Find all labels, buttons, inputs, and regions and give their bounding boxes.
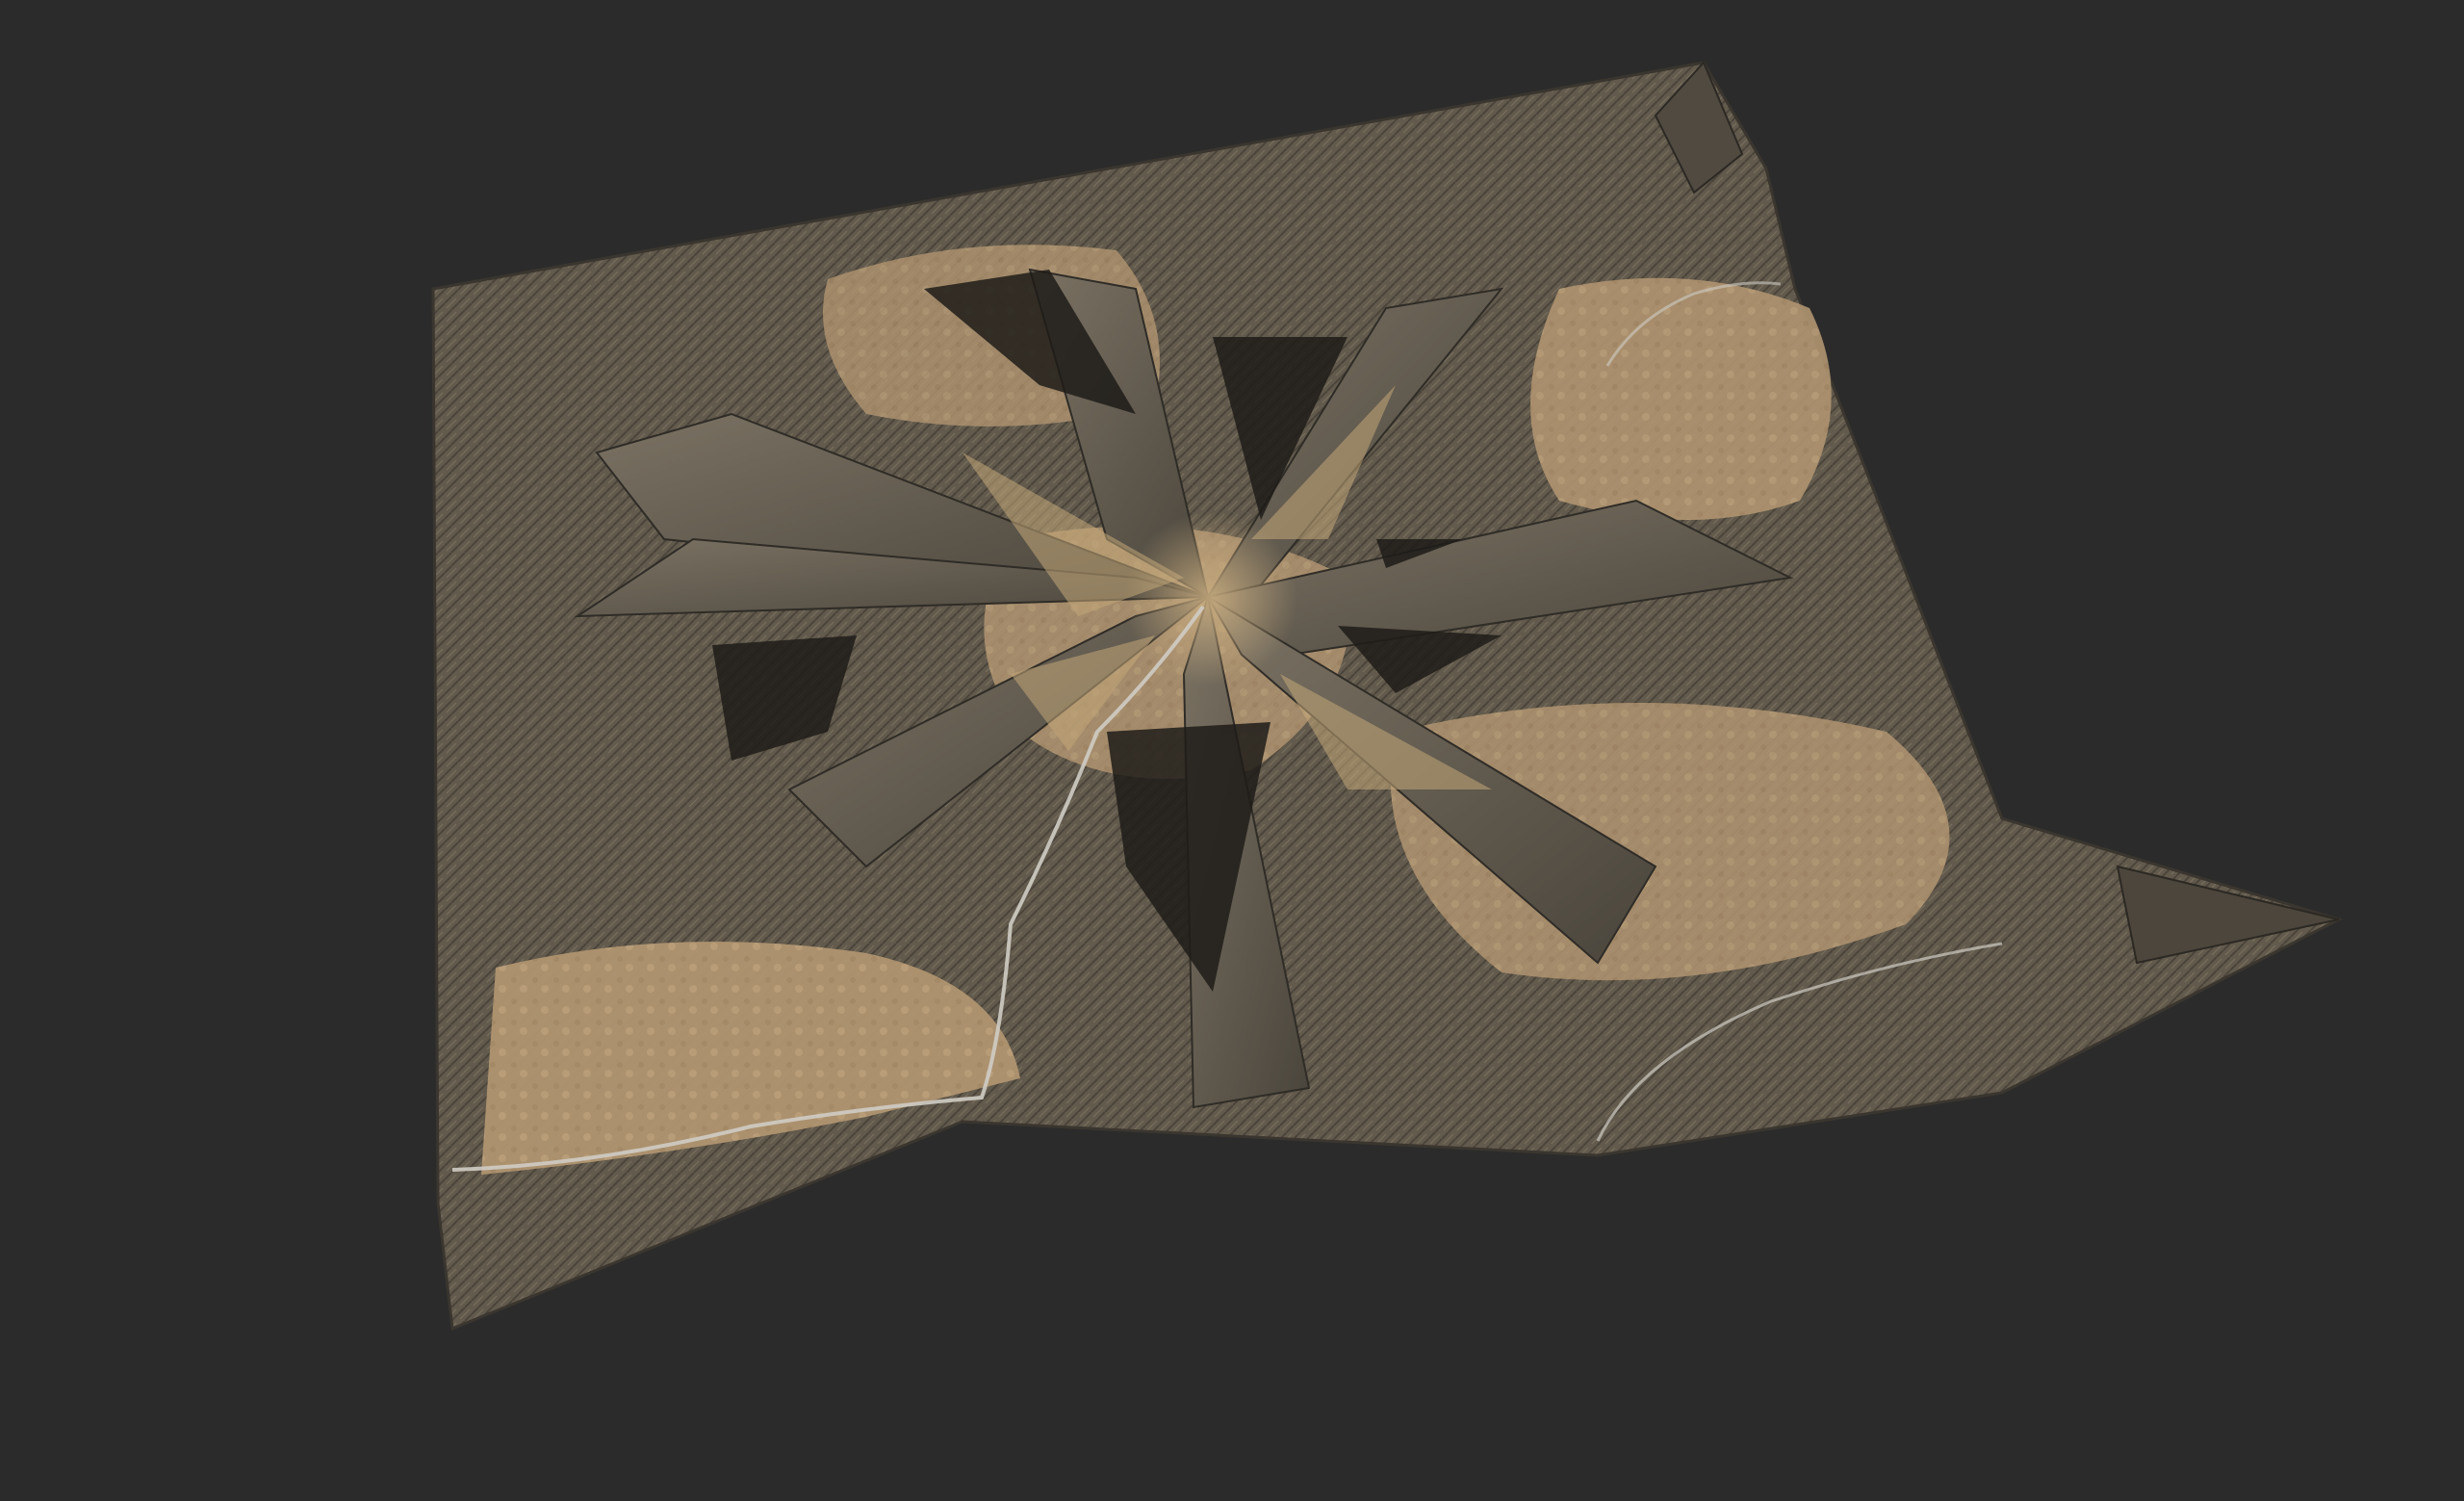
- plain-northeast: [1530, 277, 1832, 520]
- crater-center: [1124, 512, 1297, 686]
- terrain-render: [431, 61, 2343, 1332]
- 3d-viewport[interactable]: [0, 0, 2464, 1501]
